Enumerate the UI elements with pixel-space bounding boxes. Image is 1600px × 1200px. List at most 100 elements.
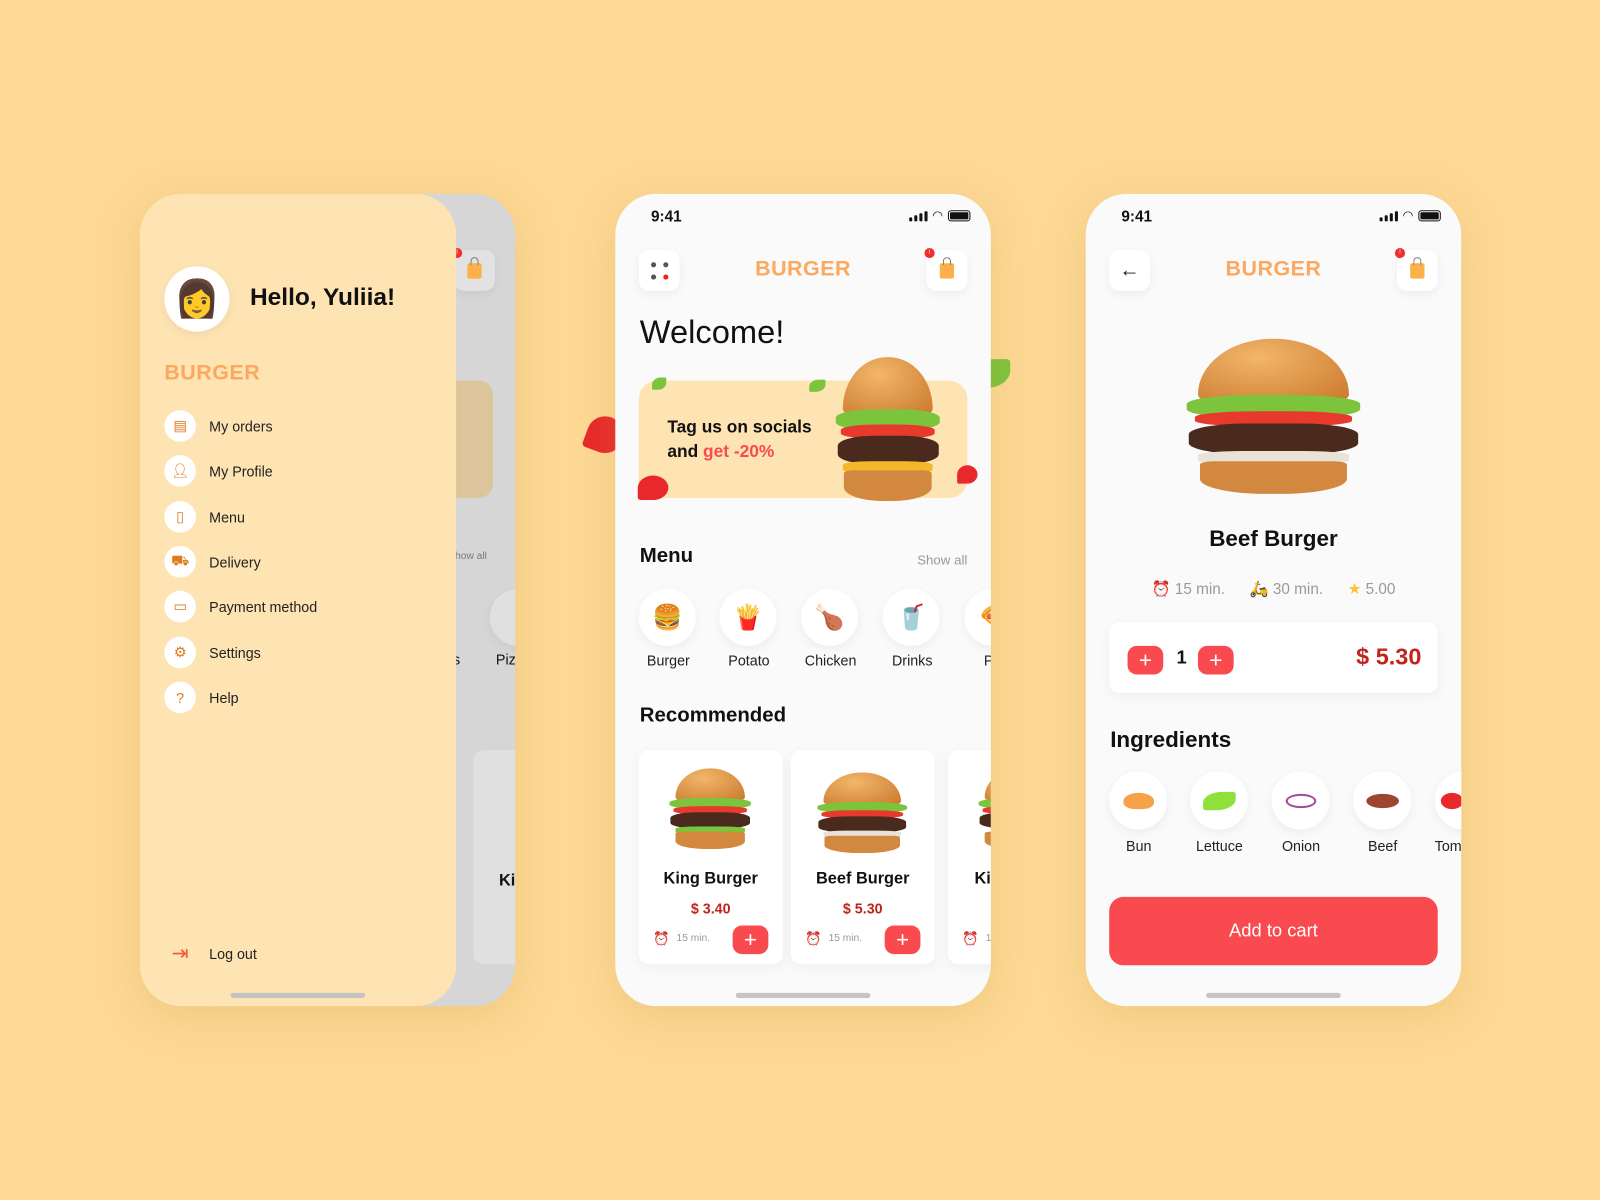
status-icons: ◠ [1379, 208, 1441, 223]
tomato-decor [637, 475, 669, 500]
wallet-icon: ▭ [164, 590, 196, 623]
alarm-clock-icon: ⏰ [962, 930, 979, 946]
ingredient-lettuce: Lettuce [1189, 771, 1249, 854]
notebook-icon: ▯ [164, 501, 196, 533]
bun-icon [1109, 771, 1168, 830]
quantity-value: 1 [1176, 646, 1187, 668]
product-card[interactable]: Beef Burger $ 5.30 ⏰ 15 min. + [790, 749, 935, 965]
status-icons: ◠ [908, 208, 971, 223]
product-image [813, 772, 911, 858]
alarm-clock-icon: ⏰ [1151, 580, 1171, 598]
category-chicken[interactable]: 🍗 Chicken [801, 588, 860, 668]
battery-icon [1418, 210, 1441, 222]
truck-icon: ⛟ [164, 545, 196, 578]
tomato-decor [957, 465, 978, 484]
increase-quantity-button[interactable]: + [1197, 645, 1234, 675]
status-time: 9:41 [1121, 208, 1153, 226]
help-chat-icon: ? [164, 681, 196, 714]
menu-item-my-orders[interactable]: ▤ My orders [164, 410, 273, 442]
burger-icon: 🍔 [638, 588, 696, 646]
fries-icon: 🍟 [719, 588, 777, 646]
chicken-icon: 🍗 [801, 588, 859, 646]
product-image [666, 768, 754, 854]
product-card[interactable]: Ki ⏰1 [947, 749, 991, 965]
status-time: 9:41 [651, 208, 682, 226]
star-icon: ★ [1347, 580, 1362, 598]
drawer-screen: ! how all s Piz Ki 👩 Hello, Yuliia! BURG… [139, 193, 516, 1007]
promo-line2: and get -20% [667, 441, 775, 462]
lettuce-icon [1189, 771, 1248, 830]
logout-button[interactable]: ⇥ Log out [164, 938, 257, 970]
pizza-icon: 🍕 [964, 588, 991, 646]
logout-icon: ⇥ [171, 942, 189, 966]
bag-icon [1410, 256, 1425, 279]
beef-patty-icon [1353, 771, 1412, 830]
menu-item-menu[interactable]: ▯ Menu [164, 501, 245, 533]
home-indicator [735, 992, 871, 998]
menu-heading: Menu [639, 544, 694, 568]
delivery-scooter-icon: 🛵 [1249, 580, 1269, 598]
wifi-icon: ◠ [1402, 208, 1414, 223]
ingredient-tomato: Tom [1434, 771, 1462, 854]
category-burger[interactable]: 🍔 Burger [638, 588, 698, 668]
menu-item-payment-method[interactable]: ▭ Payment method [164, 590, 317, 623]
ingredient-bun: Bun [1109, 771, 1168, 854]
ingredients-heading: Ingredients [1110, 726, 1232, 753]
bag-icon [467, 256, 482, 279]
add-to-cart-button[interactable]: Add to cart [1109, 896, 1438, 966]
category-drinks[interactable]: 🥤 Drinks [882, 588, 942, 668]
product-image [976, 768, 991, 854]
card-name-behind: Ki [498, 872, 516, 890]
exploding-burger-illustration [832, 357, 944, 510]
alarm-clock-icon: ⏰ [805, 930, 822, 946]
total-price: $ 5.30 [1356, 642, 1422, 670]
product-hero-image [1180, 338, 1368, 504]
decrease-quantity-button[interactable]: + [1127, 645, 1164, 675]
product-detail-screen: 9:41 ◠ ← BURGER ! Beef Burger ⏰ 15 min. … [1085, 193, 1462, 1007]
menu-item-delivery[interactable]: ⛟ Delivery [164, 545, 261, 578]
add-button[interactable]: + [732, 925, 769, 955]
avatar: 👩 [164, 266, 230, 332]
discount-highlight: get -20% [703, 441, 775, 462]
cart-button[interactable]: ! [1394, 247, 1438, 291]
menu-item-my-profile[interactable]: 👤︎ My Profile [164, 455, 273, 487]
cart-button[interactable]: ! [452, 247, 495, 291]
category-behind [489, 588, 516, 646]
card-behind [473, 749, 516, 965]
menu-item-settings[interactable]: ⚙ Settings [164, 636, 261, 669]
show-all-link-behind: how all [455, 551, 487, 563]
home-indicator [1206, 992, 1341, 998]
receipt-icon: ▤ [164, 410, 196, 442]
ingredient-beef: Beef [1353, 771, 1412, 854]
onion-icon [1271, 771, 1330, 830]
gear-icon: ⚙ [164, 636, 196, 669]
home-screen: 9:41 ◠ BURGER ! Welcome! Tag us on socia… [615, 193, 991, 1007]
recommended-heading: Recommended [639, 704, 787, 727]
battery-icon [947, 210, 971, 222]
greeting: Hello, Yuliia! [249, 283, 396, 312]
user-icon: 👤︎ [164, 455, 196, 487]
signal-icon [908, 211, 928, 222]
add-button[interactable]: + [884, 925, 921, 955]
home-indicator [230, 992, 366, 998]
drawer-brand: BURGER [164, 361, 261, 385]
promo-line1: Tag us on socials [667, 417, 812, 437]
category-pizza[interactable]: 🍕Piz [964, 588, 991, 668]
show-all-link[interactable]: Show all [917, 552, 967, 567]
category-potato[interactable]: 🍟 Potato [719, 588, 778, 668]
alarm-clock-icon: ⏰ [653, 930, 670, 946]
side-drawer: 👩 Hello, Yuliia! BURGER ▤ My orders 👤︎ My … [139, 193, 457, 1007]
product-meta: ⏰ 15 min. 🛵 30 min. ★ 5.00 [1151, 580, 1396, 598]
wifi-icon: ◠ [932, 208, 943, 223]
signal-icon [1379, 211, 1398, 222]
ingredient-onion: Onion [1271, 771, 1330, 854]
category-label-behind: Piz [495, 651, 516, 668]
quantity-price-panel: + 1 + $ 5.30 [1109, 622, 1438, 693]
product-card[interactable]: King Burger $ 3.40 ⏰ 15 min. + [638, 749, 783, 965]
tomato-icon [1434, 771, 1462, 830]
welcome-heading: Welcome! [639, 313, 785, 350]
drink-icon: 🥤 [882, 588, 940, 646]
cart-button[interactable]: ! [924, 247, 968, 291]
product-title: Beef Burger [1209, 525, 1338, 552]
menu-item-help[interactable]: ? Help [164, 681, 239, 714]
